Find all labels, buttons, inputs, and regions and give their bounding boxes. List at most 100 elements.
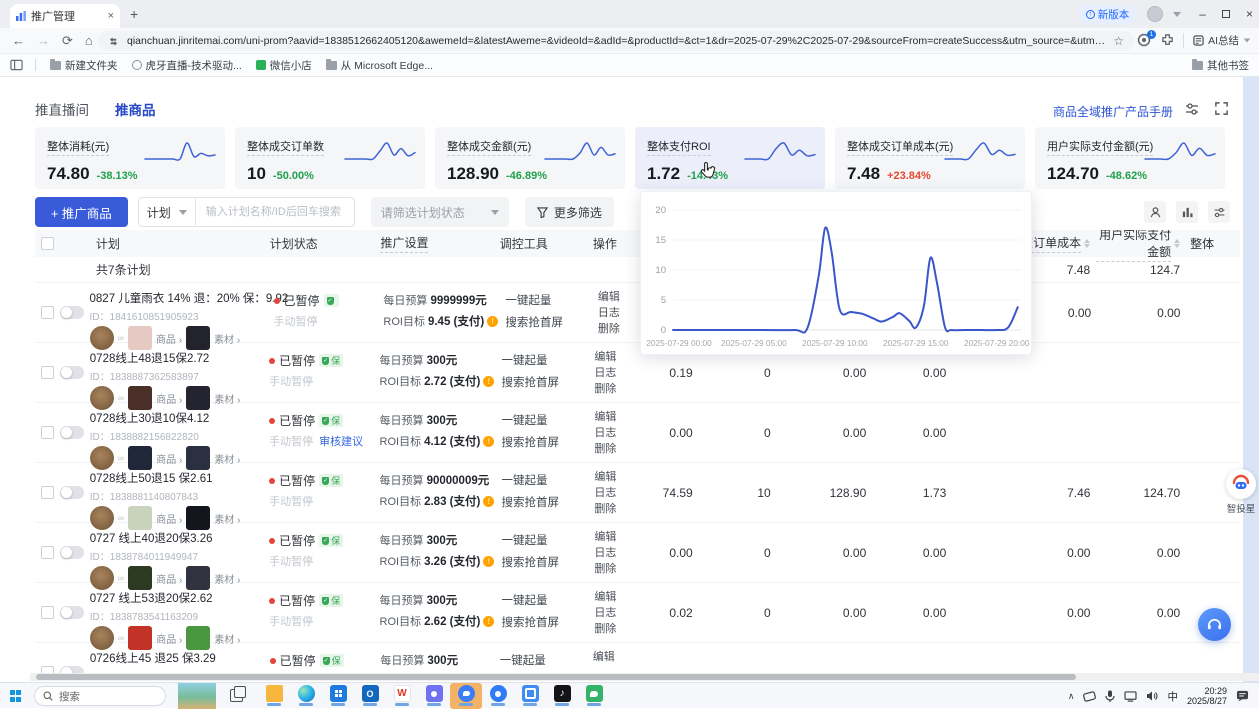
row-checkbox[interactable] (41, 306, 54, 319)
stat-card[interactable]: 整体消耗(元)74.80-38.13% (35, 127, 225, 189)
row-toggle[interactable] (60, 426, 84, 439)
op-link[interactable]: 编辑 (594, 349, 625, 365)
header-user-paid[interactable]: 用户实际支付金额 (1096, 230, 1186, 257)
extensions-icon[interactable] (1161, 34, 1174, 47)
op-link[interactable]: 编辑 (594, 409, 625, 425)
stat-card[interactable]: 整体成交订单成本(元)7.48+23.84% (835, 127, 1025, 189)
tool-link[interactable]: 搜索抢首屏 (502, 494, 579, 510)
op-link[interactable]: 编辑 (593, 649, 624, 665)
tool-link[interactable]: 一键起量 (502, 592, 579, 608)
row-checkbox[interactable] (41, 606, 54, 619)
tool-link[interactable]: 一键起量 (502, 472, 579, 488)
outlook-app-icon[interactable]: O (354, 683, 386, 709)
forward-icon[interactable]: → (37, 33, 50, 48)
profile-avatar[interactable] (1147, 6, 1163, 22)
site-info-icon[interactable] (108, 36, 119, 47)
plan-title[interactable]: 0728线上30退10保4.12 (90, 410, 261, 426)
audience-icon[interactable] (1144, 201, 1166, 223)
bookmark-item[interactable]: 从 Microsoft Edge... (326, 58, 433, 73)
stat-card[interactable]: 整体成交订单数10-50.00% (235, 127, 425, 189)
op-link[interactable]: 编辑 (598, 289, 629, 305)
browser-tab[interactable]: 推广管理 × (10, 4, 120, 28)
bookmark-item[interactable]: 虎牙直播-技术驱动... (132, 58, 242, 73)
product-manual-link[interactable]: 商品全域推广产品手册 (1053, 103, 1173, 120)
browser-app-app-icon[interactable] (482, 683, 514, 709)
start-button[interactable] (10, 690, 22, 702)
tool-link[interactable]: 一键起量 (502, 352, 579, 368)
taskbar-clock[interactable]: 20:29 2025/8/27 (1187, 686, 1227, 706)
bookmark-star-icon[interactable]: ☆ (1113, 34, 1124, 48)
plan-title[interactable]: 0727 线上53退20保2.62 (90, 590, 261, 606)
op-link[interactable]: 删除 (594, 501, 625, 517)
row-checkbox[interactable] (41, 426, 54, 439)
tab-live-room[interactable]: 推直播间 (35, 99, 89, 119)
op-link[interactable]: 删除 (594, 561, 625, 577)
edge-app-icon[interactable] (290, 683, 322, 709)
ime-indicator[interactable]: 中 (1167, 689, 1178, 704)
row-toggle[interactable] (60, 486, 84, 499)
microsoft-store-app-icon[interactable] (322, 683, 354, 709)
task-view-icon[interactable] (230, 689, 243, 702)
op-link[interactable]: 日志 (594, 605, 625, 621)
sort-icon[interactable] (1174, 239, 1180, 248)
microphone-icon[interactable] (1105, 690, 1115, 702)
tool-link[interactable]: 一键起量 (500, 652, 577, 668)
network-display-icon[interactable] (1124, 691, 1137, 702)
horizontal-scrollbar[interactable] (30, 673, 1259, 681)
widgets-weather-image[interactable] (178, 683, 216, 709)
plan-title[interactable]: 0728线上48退15保2.72 (90, 350, 261, 366)
op-link[interactable]: 日志 (594, 485, 625, 501)
op-link[interactable]: 日志 (594, 545, 625, 561)
volume-icon[interactable] (1146, 690, 1158, 702)
promote-product-button[interactable]: + 推广商品 (35, 197, 128, 227)
other-bookmarks[interactable]: 其他书签 (1192, 58, 1249, 73)
profile-menu-icon[interactable] (1173, 12, 1181, 17)
taskbar-search[interactable]: 搜索 (34, 686, 166, 706)
op-link[interactable]: 编辑 (594, 589, 625, 605)
row-toggle[interactable] (60, 666, 84, 673)
search-type-select[interactable]: 计划 (138, 197, 195, 227)
wecom-app-icon[interactable] (578, 683, 610, 709)
op-link[interactable]: 删除 (594, 381, 625, 397)
help-fab[interactable] (1198, 608, 1231, 641)
op-link[interactable]: 删除 (598, 321, 629, 337)
assistant-widget[interactable]: 智投星 (1224, 469, 1258, 515)
scrollbar-thumb[interactable] (36, 674, 1076, 680)
file-explorer-app-icon[interactable] (258, 683, 290, 709)
tool-link[interactable]: 搜索抢首屏 (505, 314, 581, 330)
row-checkbox[interactable] (41, 666, 54, 673)
home-icon[interactable]: ⌂ (85, 33, 93, 48)
tab-close-icon[interactable]: × (108, 10, 114, 22)
op-link[interactable]: 日志 (594, 425, 625, 441)
header-settings[interactable]: 推广设置 (364, 230, 486, 257)
row-checkbox[interactable] (41, 366, 54, 379)
select-all-checkbox[interactable] (41, 237, 54, 250)
tool-link[interactable]: 搜索抢首屏 (502, 374, 579, 390)
ai-summary-button[interactable]: AI总结 (1183, 33, 1251, 48)
search-input[interactable] (204, 205, 350, 219)
new-version-button[interactable]: ↑新版本 (1078, 5, 1138, 24)
url-bar[interactable]: qianchuan.jinritemai.com/uni-prom?aavid=… (98, 31, 1134, 51)
bookmark-item[interactable]: 新建文件夹 (50, 58, 118, 73)
op-link[interactable]: 删除 (594, 621, 625, 637)
wps-app-icon[interactable]: W (386, 683, 418, 709)
chart-columns-icon[interactable] (1176, 201, 1198, 223)
plan-title[interactable]: 0827 儿童雨衣 14% 退：20% 保：9.92 (90, 290, 266, 306)
plan-search[interactable] (195, 197, 355, 227)
new-tab-button[interactable]: + (130, 6, 138, 22)
touchpad-icon[interactable] (1083, 691, 1096, 702)
op-link[interactable]: 日志 (594, 365, 625, 381)
notifications-icon[interactable] (1236, 690, 1249, 702)
tool-link[interactable]: 一键起量 (502, 412, 579, 428)
plan-title[interactable]: 0727 线上40退20保3.26 (90, 530, 261, 546)
tab-products[interactable]: 推商品 (115, 99, 156, 119)
refresh-icon[interactable]: ⟳ (62, 33, 73, 49)
row-checkbox[interactable] (41, 546, 54, 559)
window-close-button[interactable]: × (1246, 7, 1253, 21)
status-filter-select[interactable]: 请筛选计划状态 (371, 197, 509, 227)
more-filters-button[interactable]: 更多筛选 (525, 197, 614, 227)
tool-link[interactable]: 搜索抢首屏 (502, 434, 579, 450)
stat-card[interactable]: 整体支付ROI1.72-14.43% (635, 127, 825, 189)
review-suggestion-link[interactable]: 审核建议 (319, 433, 363, 449)
op-link[interactable]: 编辑 (594, 529, 625, 545)
